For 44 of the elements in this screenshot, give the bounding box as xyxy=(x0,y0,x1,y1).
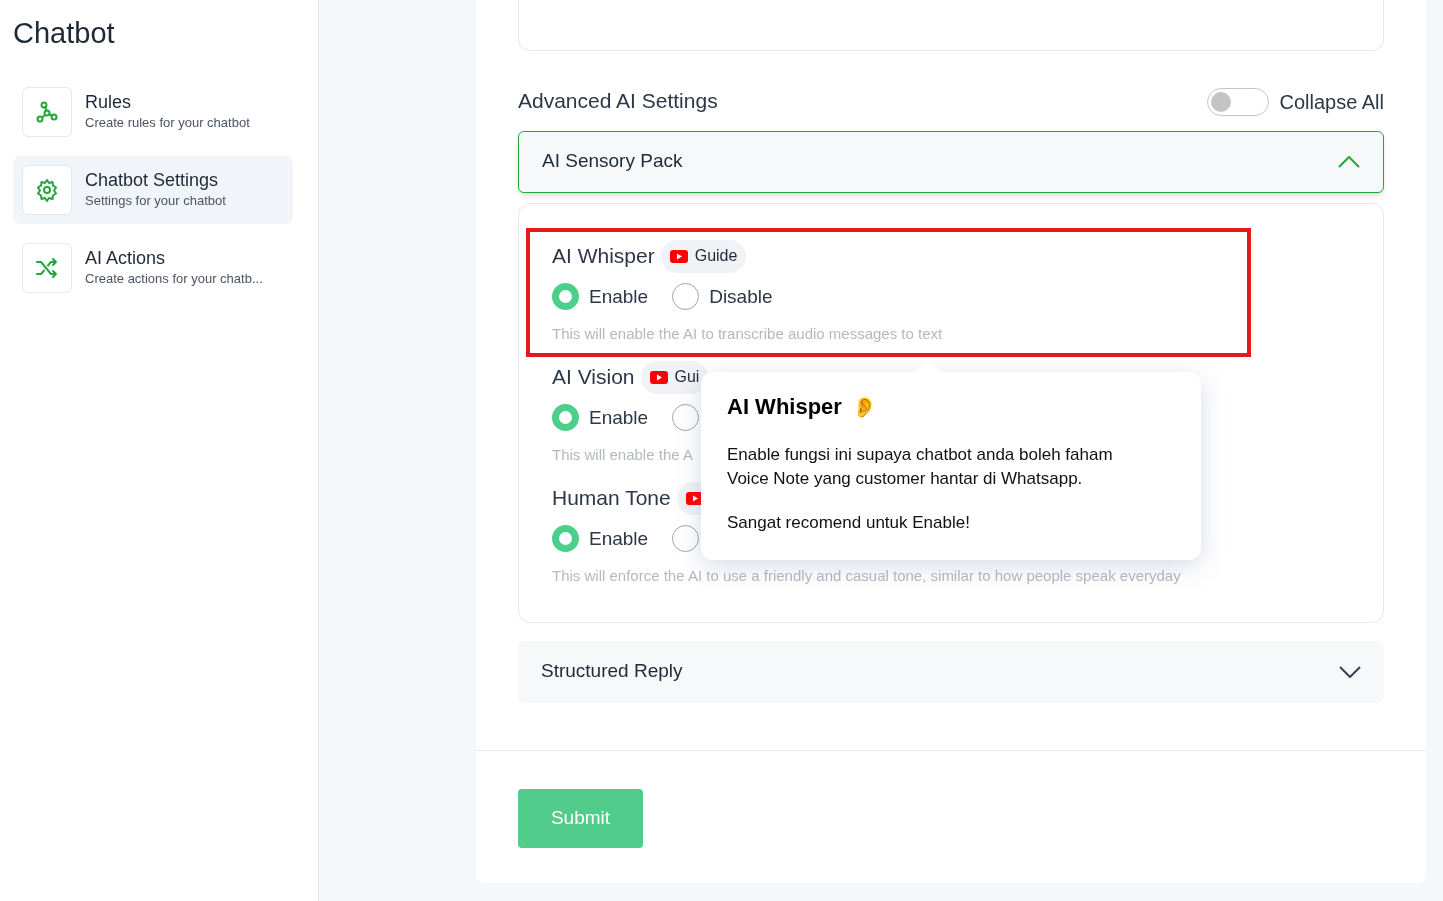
section-title: Advanced AI Settings xyxy=(518,88,718,114)
item-label: AI Actions xyxy=(85,246,167,269)
nodes-icon xyxy=(35,99,59,124)
video-play-icon xyxy=(669,249,688,263)
shuffle-icon xyxy=(35,255,59,280)
gear-icon xyxy=(35,177,59,202)
radio-button[interactable] xyxy=(552,525,579,553)
radio-label: Enable xyxy=(589,526,649,551)
radio-button[interactable] xyxy=(672,404,700,432)
video-play-icon xyxy=(649,370,668,384)
radio-button[interactable] xyxy=(672,283,700,311)
guide-link[interactable]: Gui xyxy=(640,360,709,394)
radio-label: Enable xyxy=(589,405,649,430)
setting-title: Human Tone xyxy=(552,485,671,512)
item-description: Settings for your chatbot xyxy=(85,191,226,210)
chevron-up-icon xyxy=(1338,155,1360,168)
sidebar-item[interactable]: Rules Create rules for your chatbot xyxy=(13,77,293,146)
setting-description: This will enable the A xyxy=(552,445,693,465)
radio-button[interactable] xyxy=(552,404,579,432)
item-label: Chatbot Settings xyxy=(85,168,220,191)
radio-label: Disable xyxy=(709,284,773,309)
setting-description: This will enforce the AI to use a friendly and casual tone, similar to how people speak everyday xyxy=(552,566,1181,586)
accordion-header[interactable]: Structured Reply xyxy=(518,640,1384,703)
sidebar-item[interactable]: AI Actions Create actions for your chatb... xyxy=(13,233,293,302)
sidebar-item[interactable]: Chatbot Settings Settings for your chatbot xyxy=(13,155,293,224)
item-description: Create rules for your chatbot xyxy=(85,113,250,132)
item-description: Create actions for your chatb... xyxy=(85,269,263,288)
guide-link[interactable]: Guide xyxy=(660,239,747,273)
toggle-label: Collapse All xyxy=(1279,89,1384,115)
item-label: Rules xyxy=(85,90,133,113)
radio-button[interactable] xyxy=(672,525,700,553)
chevron-down-icon xyxy=(1339,665,1361,678)
setting-description: This will enable the AI to transcribe audio messages to text xyxy=(552,324,943,344)
accordion-header[interactable]: AI Sensory Pack xyxy=(518,130,1384,193)
setting-title: AI Vision xyxy=(552,364,635,391)
radio-label: Enable xyxy=(589,284,649,309)
tooltip-title: AI Whisper xyxy=(727,393,842,421)
toggle-switch[interactable] xyxy=(1207,87,1270,116)
ear-emoji: 👂 xyxy=(851,394,877,420)
radio-button[interactable] xyxy=(552,283,579,311)
tooltip-text: Sangat recomend untuk Enable! xyxy=(727,512,971,534)
sidebar-title: Chatbot xyxy=(13,16,116,51)
setting-title: AI Whisper xyxy=(552,243,655,270)
tooltip-text: Enable fungsi ini supaya chatbot anda boleh faham Voice Note yang customer hantar di Whatsapp. xyxy=(727,444,1114,490)
